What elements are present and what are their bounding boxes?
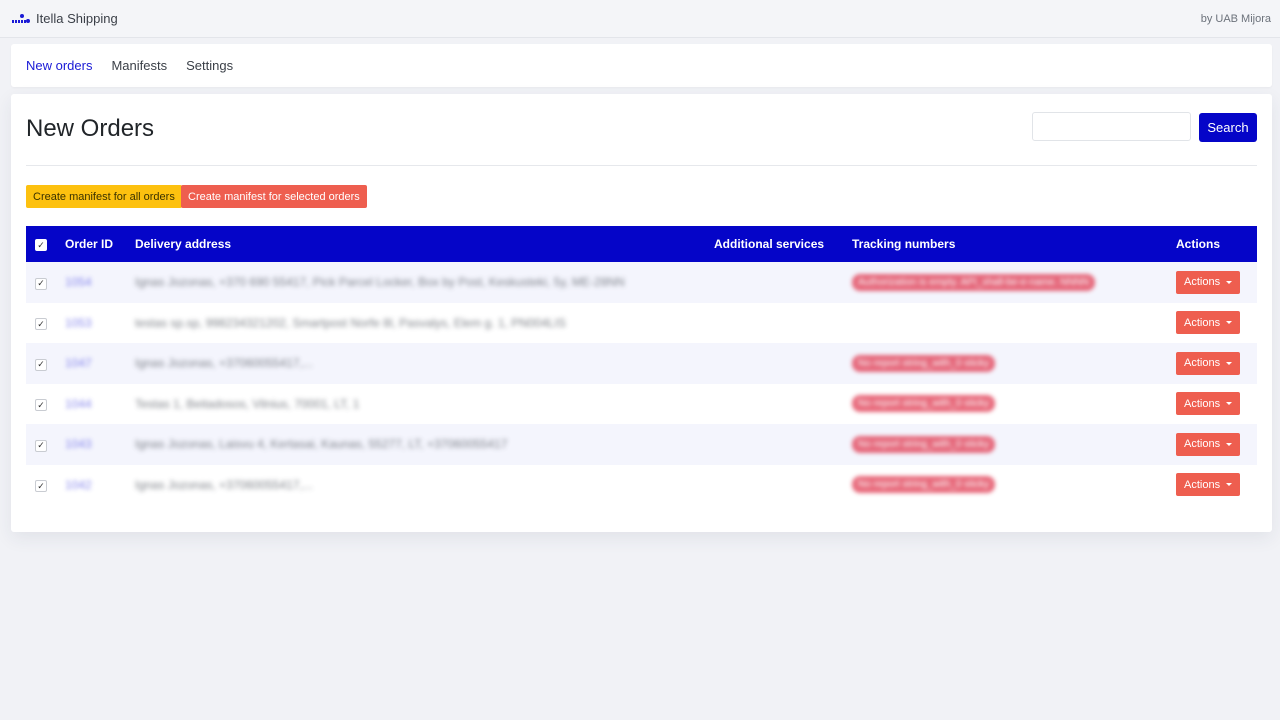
caret-down-icon: [1226, 402, 1233, 406]
vendor-credit: by UAB Mijora: [1200, 12, 1271, 25]
order-id-link[interactable]: 1042: [65, 478, 92, 492]
search-button[interactable]: Search: [1199, 113, 1257, 142]
page-title: New Orders: [26, 115, 155, 142]
main-nav: New orders Manifests Settings: [11, 44, 1272, 87]
row-checkbox[interactable]: ✓: [35, 399, 47, 411]
caret-down-icon: [1226, 442, 1233, 446]
orders-table: ✓ Order ID Delivery address Additional s…: [26, 226, 1257, 505]
actions-dropdown-button[interactable]: Actions: [1176, 351, 1241, 375]
header-actions: Actions: [1176, 237, 1221, 251]
table-row: ✓ 1042 Ignas Jozonas, +37060055417,... N…: [26, 464, 1257, 505]
caret-down-icon: [1226, 321, 1233, 325]
table-row: ✓ 1054 Ignas Jozonas, +370 690 55417, Pi…: [26, 262, 1257, 303]
search-input[interactable]: [1032, 112, 1191, 141]
delivery-address: Ignas Jozonas, +37060055417,...: [135, 477, 313, 492]
tracking-badge: No report string_with_0 sticky: [852, 354, 996, 372]
table-row: ✓ 1043 Ignas Jozonas, Laisvu 4, Kertasai…: [26, 424, 1257, 465]
actions-dropdown-button[interactable]: Actions: [1176, 473, 1241, 497]
header-tracking-numbers: Tracking numbers: [852, 237, 956, 251]
row-checkbox[interactable]: ✓: [35, 358, 47, 371]
actions-label: Actions: [1184, 357, 1221, 370]
delivery-address: Ignas Jozonas, +370 690 55417, Pick Parc…: [135, 275, 625, 290]
orders-panel: New Orders Search Create manifest for al…: [11, 94, 1272, 532]
table-row: ✓ 1053 testas sp.sp, 998234321202, Smart…: [26, 302, 1257, 343]
order-id-link[interactable]: 1047: [65, 356, 92, 370]
actions-dropdown-button[interactable]: Actions: [1176, 432, 1241, 456]
table-row: ✓ 1044 Testas 1, Beitadosos, Vilnius, 70…: [26, 383, 1257, 424]
row-checkbox[interactable]: ✓: [35, 480, 47, 492]
delivery-address: Ignas Jozonas, +37060055417,...: [135, 356, 313, 371]
divider: [26, 165, 1257, 166]
caret-down-icon: [1226, 361, 1233, 365]
order-id-link[interactable]: 1043: [65, 437, 92, 451]
tracking-badge: No report string_with_0 sticky: [852, 476, 996, 494]
actions-dropdown-button[interactable]: Actions: [1176, 311, 1241, 335]
row-checkbox[interactable]: ✓: [35, 318, 47, 330]
order-id-link[interactable]: 1044: [65, 397, 92, 411]
tracking-badge: No report string_with_0 sticky: [852, 435, 996, 453]
actions-label: Actions: [1184, 276, 1221, 289]
header-order-id: Order ID: [65, 237, 114, 251]
create-manifest-selected-button[interactable]: Create manifest for selected orders: [181, 185, 367, 208]
table-header-row: ✓ Order ID Delivery address Additional s…: [26, 226, 1257, 262]
actions-dropdown-button[interactable]: Actions: [1176, 392, 1241, 416]
table-row: ✓ 1047 Ignas Jozonas, +37060055417,... N…: [26, 343, 1257, 384]
tracking-badge: Authorization is empty. API_shall-be-e-n…: [852, 273, 1096, 291]
actions-dropdown-button[interactable]: Actions: [1176, 270, 1241, 294]
actions-label: Actions: [1184, 397, 1221, 410]
delivery-address: testas sp.sp, 998234321202, Smartpost No…: [135, 315, 566, 330]
caret-down-icon: [1226, 483, 1233, 487]
caret-down-icon: [1226, 280, 1233, 284]
actions-label: Actions: [1184, 316, 1221, 329]
actions-label: Actions: [1184, 478, 1221, 491]
top-bar: Itella Shipping by UAB Mijora: [0, 0, 1280, 38]
nav-new-orders[interactable]: New orders: [26, 58, 92, 73]
delivery-address: Testas 1, Beitadosos, Vilnius, 70001, LT…: [135, 396, 360, 411]
order-id-link[interactable]: 1054: [65, 275, 92, 289]
row-checkbox[interactable]: ✓: [35, 277, 47, 290]
nav-manifests[interactable]: Manifests: [111, 58, 167, 73]
order-id-link[interactable]: 1053: [65, 316, 92, 330]
itella-logo-icon: [12, 13, 30, 25]
header-additional-services: Additional services: [714, 237, 825, 251]
header-delivery-address: Delivery address: [135, 237, 232, 251]
tracking-badge: No report string_with_0 sticky: [852, 395, 996, 413]
create-manifest-all-button[interactable]: Create manifest for all orders: [26, 185, 182, 208]
delivery-address: Ignas Jozonas, Laisvu 4, Kertasai, Kauna…: [135, 437, 508, 452]
brand: Itella Shipping: [12, 11, 118, 26]
actions-label: Actions: [1184, 438, 1221, 451]
row-checkbox[interactable]: ✓: [35, 439, 47, 452]
nav-settings[interactable]: Settings: [186, 58, 233, 73]
select-all-checkbox[interactable]: ✓: [35, 239, 47, 252]
app-title: Itella Shipping: [36, 11, 118, 26]
